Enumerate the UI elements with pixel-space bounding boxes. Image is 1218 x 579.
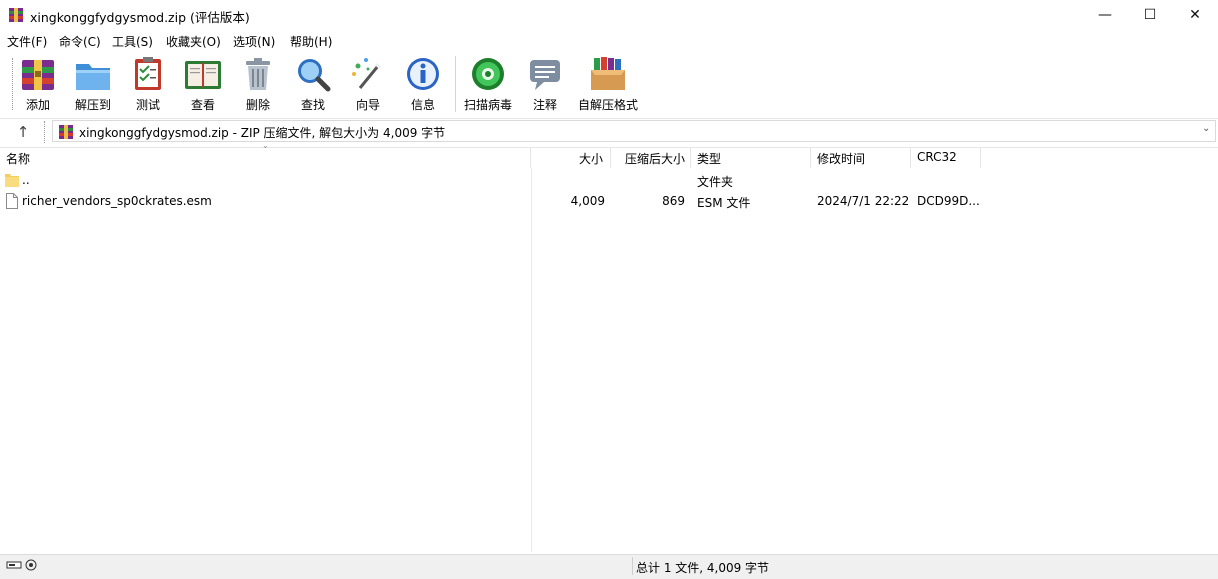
test-clipboard-icon <box>135 57 161 90</box>
menu-tools[interactable]: 工具(S) <box>112 33 153 50</box>
add-button[interactable]: 添加 <box>18 54 58 116</box>
sort-indicator-icon: ⌄ <box>262 141 269 150</box>
menu-favorites[interactable]: 收藏夹(O) <box>166 33 221 50</box>
toolbar-separator <box>455 56 456 112</box>
delete-button[interactable]: 删除 <box>238 54 278 116</box>
extract-to-label: 解压到 <box>74 98 111 112</box>
comment-button[interactable]: 注释 <box>525 54 565 116</box>
view-book-icon <box>185 61 221 89</box>
menu-options[interactable]: 选项(N) <box>233 33 275 50</box>
column-divider[interactable] <box>690 148 691 168</box>
toolbar-grip[interactable] <box>12 58 15 110</box>
column-crc32[interactable]: CRC32 <box>917 150 957 164</box>
magnifier-icon <box>298 59 331 92</box>
file-type: ESM 文件 <box>697 196 751 210</box>
column-type[interactable]: 类型 <box>697 150 721 167</box>
up-one-level-button[interactable]: ↑ <box>12 122 34 142</box>
sfx-box-icon <box>591 57 625 90</box>
comment-icon <box>530 60 560 90</box>
test-button[interactable]: 测试 <box>128 54 168 116</box>
winrar-app-icon <box>9 8 23 22</box>
delete-label: 删除 <box>245 98 270 112</box>
wizard-wand-icon <box>352 58 382 89</box>
sfx-label: 自解压格式 <box>577 98 638 112</box>
status-bar <box>0 554 1218 579</box>
file-list-header <box>0 148 1218 168</box>
find-label: 查找 <box>300 98 325 112</box>
column-size[interactable]: 大小 <box>579 150 603 167</box>
column-modified[interactable]: 修改时间 <box>817 150 865 167</box>
virus-scan-icon <box>472 58 504 90</box>
view-button[interactable]: 查看 <box>183 54 223 116</box>
minimize-button[interactable]: — <box>1082 0 1128 30</box>
test-label: 测试 <box>135 98 160 112</box>
drive-status-icon[interactable] <box>6 558 42 572</box>
address-dropdown-icon[interactable]: ⌄ <box>1202 123 1210 134</box>
status-divider <box>632 557 633 575</box>
file-crc32: DCD99D... <box>917 194 980 208</box>
maximize-button[interactable]: ☐ <box>1127 0 1173 30</box>
info-icon <box>407 58 439 90</box>
address-path: xingkonggfydgysmod.zip - ZIP 压缩文件, 解包大小为… <box>79 126 446 140</box>
folder-icon <box>5 174 19 187</box>
menu-commands[interactable]: 命令(C) <box>59 33 101 50</box>
window-title: xingkonggfydgysmod.zip (评估版本) <box>30 10 250 25</box>
column-divider[interactable] <box>530 148 531 168</box>
sfx-button[interactable]: 自解压格式 <box>576 54 640 116</box>
file-modified: 2024/7/1 22:22 <box>817 194 910 208</box>
virus-scan-button[interactable]: 扫描病毒 <box>462 54 514 116</box>
comment-label: 注释 <box>532 98 557 112</box>
file-name: .. <box>22 173 30 187</box>
status-summary: 总计 1 文件, 4,009 字节 <box>636 561 770 575</box>
column-packed-size[interactable]: 压缩后大小 <box>625 150 685 167</box>
column-divider[interactable] <box>810 148 811 168</box>
add-archive-icon <box>22 60 54 90</box>
wizard-button[interactable]: 向导 <box>348 54 388 116</box>
file-icon <box>6 193 18 209</box>
find-button[interactable]: 查找 <box>293 54 333 116</box>
menu-file[interactable]: 文件(F) <box>7 33 47 50</box>
wizard-label: 向导 <box>355 98 380 112</box>
extract-folder-icon <box>76 64 110 90</box>
address-grip[interactable] <box>44 121 47 143</box>
column-divider[interactable] <box>610 148 611 168</box>
info-button[interactable]: 信息 <box>403 54 443 116</box>
pane-divider <box>531 168 532 552</box>
view-label: 查看 <box>190 98 215 112</box>
add-label: 添加 <box>25 98 50 112</box>
column-divider[interactable] <box>980 148 981 168</box>
file-size: 4,009 <box>570 194 605 208</box>
file-type: 文件夹 <box>697 175 734 189</box>
column-divider[interactable] <box>910 148 911 168</box>
close-button[interactable]: ✕ <box>1172 0 1218 30</box>
file-name: richer_vendors_sp0ckrates.esm <box>22 194 212 208</box>
extract-to-button[interactable]: 解压到 <box>73 54 113 116</box>
menu-help[interactable]: 帮助(H) <box>290 33 332 50</box>
archive-icon <box>59 125 73 139</box>
info-label: 信息 <box>410 98 435 112</box>
trash-icon <box>246 58 270 90</box>
virus-scan-label: 扫描病毒 <box>463 98 512 112</box>
column-name[interactable]: 名称 <box>6 150 30 167</box>
table-row-parent[interactable] <box>0 170 1218 190</box>
file-packed-size: 869 <box>662 194 685 208</box>
